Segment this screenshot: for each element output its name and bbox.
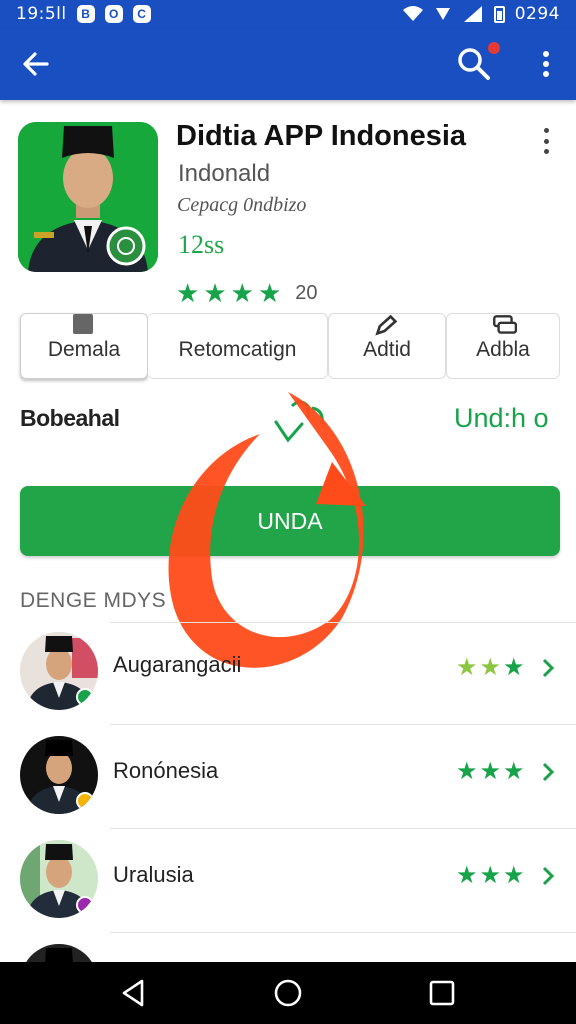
list-item[interactable]: Uralusia ★ ★ ★ — [0, 830, 576, 934]
divider — [110, 724, 576, 725]
star-icon: ★ — [176, 278, 200, 308]
back-arrow-icon[interactable] — [20, 48, 52, 80]
app-overflow-icon[interactable] — [540, 128, 552, 154]
install-button-label: UNDA — [257, 507, 323, 534]
notification-icon-1: B — [76, 5, 95, 23]
status-badge — [76, 896, 94, 914]
status-badge — [76, 792, 94, 810]
list-item[interactable]: Augarangacii ★ ★ ★ — [0, 622, 576, 726]
app-bar — [0, 28, 576, 100]
app-category: Cepacg 0ndbizo — [177, 194, 307, 216]
install-button[interactable]: UNDA — [20, 486, 560, 556]
divider — [110, 932, 576, 933]
tab-bar: Demala Retomcatign Adtid Adbla — [20, 313, 560, 379]
tab-adtid[interactable]: Adtid — [328, 313, 446, 379]
tab-label: Adbla — [476, 338, 530, 361]
list-item[interactable]: Ronónesia ★ ★ ★ — [0, 726, 576, 830]
app-developer[interactable]: Indonald — [178, 160, 270, 188]
person-portrait-icon — [18, 122, 158, 272]
tab-adbla[interactable]: Adbla — [446, 313, 560, 379]
app-icon — [18, 122, 158, 272]
list-item-name: Augarangacii — [113, 652, 242, 677]
tab-label: Adtid — [363, 338, 411, 361]
nav-recents-icon[interactable] — [427, 978, 457, 1008]
app-title: Didtia APP Indonesia — [176, 120, 467, 152]
chevron-right-icon — [542, 762, 555, 782]
avatar — [20, 944, 98, 962]
download-icon — [274, 400, 324, 443]
section-heading: DENGE MDYS — [20, 589, 167, 612]
divider — [110, 828, 576, 829]
rating-row: ★ ★ ★ ★ 20 — [176, 280, 318, 306]
chevron-right-icon — [542, 866, 555, 886]
overflow-menu-icon[interactable] — [536, 48, 556, 80]
person-icon — [20, 944, 98, 962]
app-price: 12ss — [178, 230, 225, 259]
search-icon[interactable] — [456, 46, 492, 82]
status-badge — [76, 688, 94, 706]
tab-demala[interactable]: Demala — [20, 313, 148, 379]
notification-icon-2: O — [104, 5, 123, 23]
list-item-name: Ronónesia — [113, 758, 219, 783]
list-item-name: Uralusia — [113, 862, 194, 887]
star-icon: ★ — [479, 654, 502, 681]
signal-icon — [463, 6, 482, 22]
star-icon: ★ — [503, 654, 525, 681]
rating-count: 20 — [295, 281, 318, 304]
vibrate-icon — [435, 8, 450, 20]
star-icon: ★ — [479, 758, 502, 785]
list-item-rating: ★ ★ ★ — [456, 760, 525, 784]
chevron-right-icon — [542, 658, 555, 678]
stack-icon — [493, 315, 517, 334]
status-bar: 19:5ll B O C 0294 — [0, 0, 576, 28]
avatar — [20, 840, 98, 918]
notification-dot — [488, 42, 500, 54]
system-nav-bar — [0, 962, 576, 1024]
avatar — [20, 736, 98, 814]
star-icon: ★ — [257, 278, 282, 308]
tab-retomcatign[interactable]: Retomcatign — [148, 313, 328, 379]
star-icon: ★ — [503, 758, 525, 785]
status-right: 0294 — [402, 4, 560, 24]
avatar — [20, 632, 98, 710]
star-icon: ★ — [503, 862, 525, 889]
star-icon: ★ — [479, 862, 502, 889]
list-item[interactable] — [0, 934, 576, 962]
status-left: 19:5ll B O C — [16, 4, 151, 24]
tab-label: Demala — [47, 338, 121, 361]
status-time: 19:5ll — [16, 4, 67, 24]
battery-icon — [493, 5, 505, 23]
nav-back-icon[interactable] — [118, 978, 148, 1008]
wifi-icon — [402, 6, 423, 21]
notification-icon-3: C — [132, 5, 151, 23]
square-icon — [73, 314, 93, 334]
star-icon: ★ — [203, 278, 227, 308]
list-item-rating: ★ ★ ★ — [456, 864, 525, 888]
star-icon: ★ — [456, 654, 478, 681]
star-icon: ★ — [456, 758, 478, 785]
star-icon: ★ — [456, 862, 478, 889]
download-status: Und:h o — [454, 403, 549, 433]
download-label: Bobeahal — [20, 405, 120, 431]
list-item-rating: ★ ★ ★ — [456, 656, 525, 680]
tab-label: Retomcatign — [178, 338, 297, 361]
nav-home-icon[interactable] — [273, 978, 303, 1008]
status-right-text: 0294 — [514, 4, 560, 24]
star-icon: ★ — [230, 278, 254, 308]
edit-icon — [375, 314, 398, 336]
